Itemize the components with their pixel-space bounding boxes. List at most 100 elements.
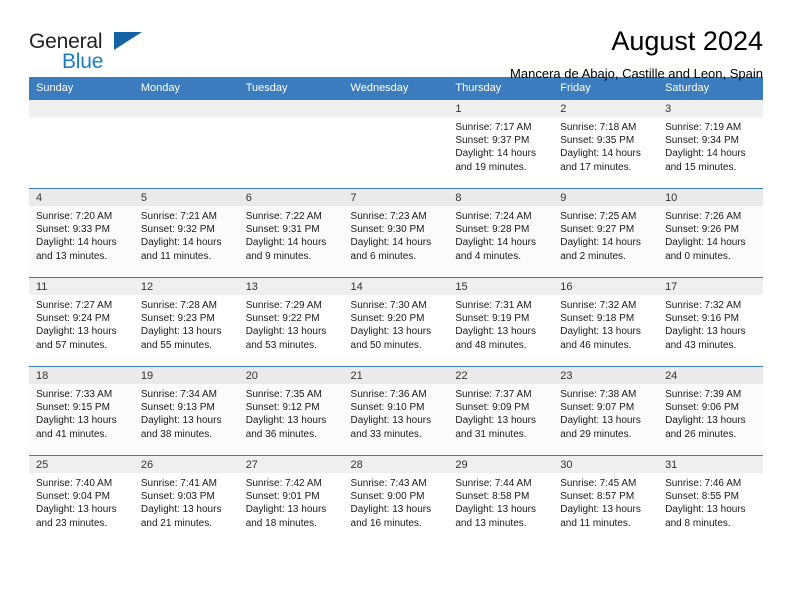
calendar-day-cell[interactable]: 1 Sunrise: 7:17 AM Sunset: 9:37 PM Daylight… [448, 99, 554, 189]
sunrise-text: Sunrise: 7:28 AM [140, 300, 217, 311]
day-details: Sunrise: 7:24 AM Sunset: 9:28 PM Daylight:… [448, 206, 553, 263]
day-number: 29 [448, 456, 554, 473]
calendar-day-cell[interactable]: 7 Sunrise: 7:23 AM Sunset: 9:30 PM Daylight… [343, 188, 449, 278]
calendar-day-cell[interactable]: 12 Sunrise: 7:28 AM Sunset: 9:23 PM Dayligh… [133, 277, 239, 367]
page-title: August 2024 [611, 26, 763, 56]
sunset-text: Sunset: 9:33 PM [36, 224, 110, 236]
calendar-day-cell[interactable]: 17 Sunrise: 7:32 AM Sunset: 9:16 PM Dayligh… [658, 277, 763, 367]
day-number: 4 [29, 189, 134, 206]
calendar-day-cell[interactable]: 16 Sunrise: 7:32 AM Sunset: 9:18 PM Dayligh… [553, 277, 659, 367]
daylight-text: Daylight: 13 hours and 16 minutes. [350, 504, 432, 529]
daylight-text: Daylight: 14 hours and 15 minutes. [665, 148, 746, 173]
calendar-day-cell[interactable]: 15 Sunrise: 7:31 AM Sunset: 9:19 PM Dayligh… [448, 277, 554, 367]
calendar-day-cell[interactable]: 21 Sunrise: 7:36 AM Sunset: 9:10 PM Dayligh… [343, 366, 449, 456]
day-number: 27 [238, 456, 344, 473]
daylight-text: Daylight: 13 hours and 53 minutes. [245, 326, 327, 351]
calendar-day-cell[interactable]: 22 Sunrise: 7:37 AM Sunset: 9:09 PM Dayligh… [448, 366, 554, 456]
sunset-text: Sunset: 9:37 PM [455, 135, 530, 147]
day-details: Sunrise: 7:45 AM Sunset: 8:57 PM Daylight:… [553, 473, 658, 530]
calendar-day-cell[interactable]: 4 Sunrise: 7:20 AM Sunset: 9:33 PM Daylight… [29, 188, 134, 278]
daylight-text: Daylight: 13 hours and 46 minutes. [560, 326, 641, 351]
day-number: 25 [29, 456, 134, 473]
general-blue-logo[interactable]: General Blue [29, 26, 149, 78]
sunrise-text: Sunrise: 7:44 AM [455, 478, 532, 489]
calendar-day-cell[interactable]: 26 Sunrise: 7:41 AM Sunset: 9:03 PM Dayligh… [133, 455, 239, 544]
sunrise-text: Sunrise: 7:18 AM [560, 122, 637, 133]
daylight-text: Daylight: 13 hours and 33 minutes. [350, 415, 432, 440]
calendar-day-cell[interactable]: 23 Sunrise: 7:38 AM Sunset: 9:07 PM Dayligh… [553, 366, 659, 456]
calendar-day-cell[interactable]: 31 Sunrise: 7:46 AM Sunset: 8:55 PM Dayligh… [658, 455, 763, 544]
daylight-text: Daylight: 13 hours and 43 minutes. [665, 326, 746, 351]
daylight-text: Daylight: 14 hours and 6 minutes. [350, 237, 432, 262]
daylight-text: Daylight: 13 hours and 23 minutes. [36, 504, 117, 529]
day-details: Sunrise: 7:38 AM Sunset: 9:07 PM Daylight:… [553, 384, 658, 441]
sunset-text: Sunset: 9:03 PM [140, 491, 215, 503]
daylight-text: Daylight: 13 hours and 48 minutes. [455, 326, 536, 351]
calendar-day-cell[interactable]: 5 Sunrise: 7:21 AM Sunset: 9:32 PM Daylight… [133, 188, 239, 278]
calendar-day-cell[interactable]: 27 Sunrise: 7:42 AM Sunset: 9:01 PM Dayligh… [238, 455, 344, 544]
sunrise-text: Sunrise: 7:33 AM [36, 389, 113, 400]
calendar-day-cell[interactable]: 29 Sunrise: 7:44 AM Sunset: 8:58 PM Dayligh… [448, 455, 554, 544]
calendar-day-cell[interactable]: 13 Sunrise: 7:29 AM Sunset: 9:22 PM Dayligh… [238, 277, 344, 367]
day-number: 5 [133, 189, 239, 206]
day-details: Sunrise: 7:17 AM Sunset: 9:37 PM Daylight:… [448, 117, 553, 174]
calendar-day-cell[interactable]: 28 Sunrise: 7:43 AM Sunset: 9:00 PM Dayligh… [343, 455, 449, 544]
calendar-day-cell[interactable]: 3 Sunrise: 7:19 AM Sunset: 9:34 PM Daylight… [658, 99, 763, 189]
day-number: 11 [29, 278, 134, 295]
day-details: Sunrise: 7:39 AM Sunset: 9:06 PM Daylight:… [658, 384, 763, 441]
sunset-text: Sunset: 9:16 PM [665, 313, 739, 325]
calendar-day-cell[interactable]: 18 Sunrise: 7:33 AM Sunset: 9:15 PM Dayligh… [29, 366, 134, 456]
sunrise-text: Sunrise: 7:25 AM [560, 211, 637, 222]
day-details: Sunrise: 7:23 AM Sunset: 9:30 PM Daylight:… [344, 206, 449, 263]
sunset-text: Sunset: 9:35 PM [560, 135, 635, 147]
logo-text-blue: Blue [62, 50, 104, 73]
day-details: Sunrise: 7:34 AM Sunset: 9:13 PM Daylight:… [134, 384, 239, 441]
day-details: Sunrise: 7:29 AM Sunset: 9:22 PM Daylight:… [239, 295, 344, 352]
calendar-day-cell[interactable]: 11 Sunrise: 7:27 AM Sunset: 9:24 PM Dayligh… [29, 277, 134, 367]
sunrise-text: Sunrise: 7:38 AM [560, 389, 637, 400]
calendar-day-cell[interactable]: 6 Sunrise: 7:22 AM Sunset: 9:31 PM Daylight… [238, 188, 344, 278]
daylight-text: Daylight: 13 hours and 50 minutes. [350, 326, 432, 351]
calendar-day-cell[interactable]: 10 Sunrise: 7:26 AM Sunset: 9:26 PM Dayligh… [658, 188, 763, 278]
day-number [343, 100, 449, 117]
day-number: 16 [553, 278, 659, 295]
day-details: Sunrise: 7:42 AM Sunset: 9:01 PM Daylight:… [239, 473, 344, 530]
sunrise-text: Sunrise: 7:34 AM [140, 389, 217, 400]
sunrise-text: Sunrise: 7:20 AM [36, 211, 113, 222]
day-details: Sunrise: 7:40 AM Sunset: 9:04 PM Daylight:… [29, 473, 134, 530]
sunrise-text: Sunrise: 7:37 AM [455, 389, 532, 400]
day-details: Sunrise: 7:32 AM Sunset: 9:16 PM Daylight:… [658, 295, 763, 352]
calendar-day-cell[interactable]: 30 Sunrise: 7:45 AM Sunset: 8:57 PM Dayligh… [553, 455, 659, 544]
daylight-text: Daylight: 14 hours and 9 minutes. [245, 237, 327, 262]
day-details: Sunrise: 7:18 AM Sunset: 9:35 PM Daylight:… [553, 117, 658, 174]
sunset-text: Sunset: 9:31 PM [245, 224, 320, 236]
sunrise-text: Sunrise: 7:23 AM [350, 211, 427, 222]
calendar-day-cell[interactable]: 8 Sunrise: 7:24 AM Sunset: 9:28 PM Daylight… [448, 188, 554, 278]
sunset-text: Sunset: 9:07 PM [560, 402, 635, 414]
calendar-day-cell[interactable]: 2 Sunrise: 7:18 AM Sunset: 9:35 PM Daylight… [553, 99, 659, 189]
sunset-text: Sunset: 9:26 PM [665, 224, 739, 236]
calendar-week-row: 11 Sunrise: 7:27 AM Sunset: 9:24 PM Dayligh… [29, 277, 763, 367]
calendar-day-cell[interactable]: 14 Sunrise: 7:30 AM Sunset: 9:20 PM Dayligh… [343, 277, 449, 367]
day-number: 26 [133, 456, 239, 473]
day-number: 1 [448, 100, 554, 117]
day-number: 18 [29, 367, 134, 384]
calendar-day-cell[interactable]: 20 Sunrise: 7:35 AM Sunset: 9:12 PM Dayligh… [238, 366, 344, 456]
calendar-day-cell[interactable]: 24 Sunrise: 7:39 AM Sunset: 9:06 PM Dayligh… [658, 366, 763, 456]
sunset-text: Sunset: 9:12 PM [245, 402, 320, 414]
sunset-text: Sunset: 9:24 PM [36, 313, 110, 325]
calendar-day-cell[interactable]: 25 Sunrise: 7:40 AM Sunset: 9:04 PM Dayligh… [29, 455, 134, 544]
sunset-text: Sunset: 9:23 PM [140, 313, 215, 325]
calendar-day-cell[interactable]: 9 Sunrise: 7:25 AM Sunset: 9:27 PM Daylight… [553, 188, 659, 278]
sunset-text: Sunset: 9:00 PM [350, 491, 425, 503]
daylight-text: Daylight: 13 hours and 31 minutes. [455, 415, 536, 440]
sunrise-text: Sunrise: 7:42 AM [245, 478, 322, 489]
calendar-week-row: 1 Sunrise: 7:17 AM Sunset: 9:37 PM Daylight… [29, 99, 763, 189]
sunset-text: Sunset: 9:32 PM [140, 224, 215, 236]
calendar-body: 1 Sunrise: 7:17 AM Sunset: 9:37 PM Daylight… [29, 99, 763, 544]
day-number [133, 100, 239, 117]
sunrise-text: Sunrise: 7:40 AM [36, 478, 113, 489]
title-block: August 2024 Mancera de Abajo, Castille a… [510, 26, 763, 83]
calendar-day-cell[interactable]: 19 Sunrise: 7:34 AM Sunset: 9:13 PM Dayligh… [133, 366, 239, 456]
sunrise-text: Sunrise: 7:30 AM [350, 300, 427, 311]
